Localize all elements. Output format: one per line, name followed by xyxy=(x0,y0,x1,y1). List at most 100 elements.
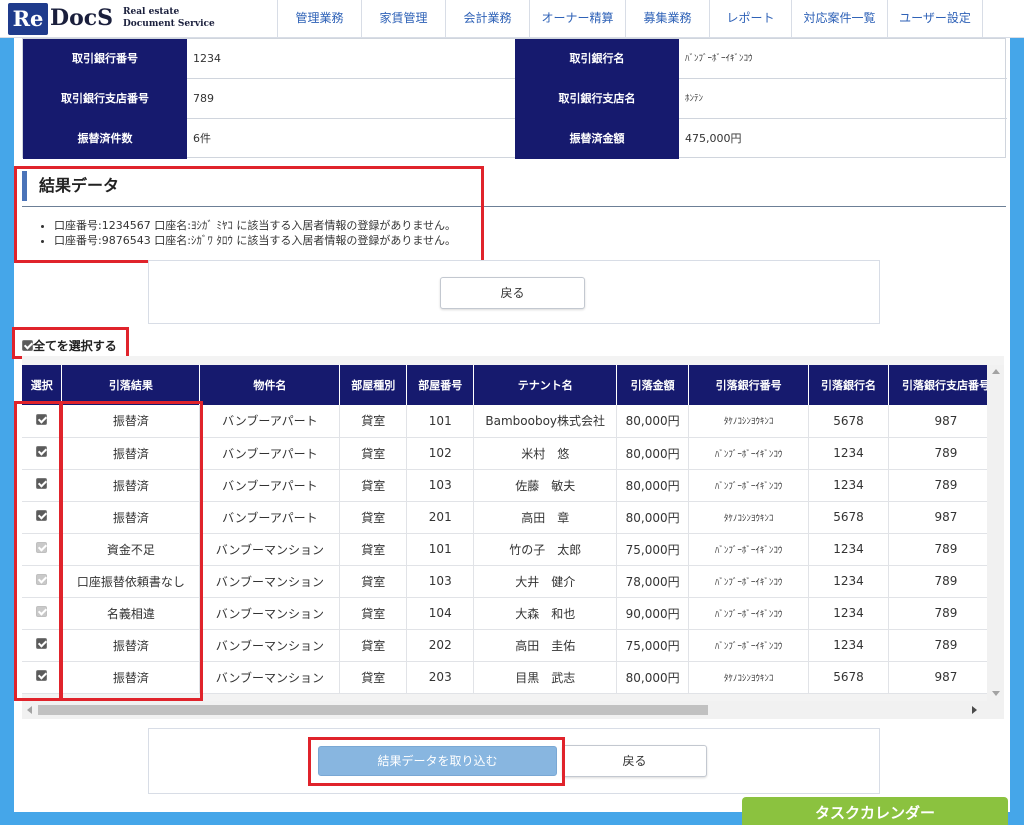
scroll-right-icon[interactable] xyxy=(972,706,977,714)
logo-tagline-1: Real estate xyxy=(123,7,180,17)
info-label: 取引銀行支店番号 xyxy=(23,79,187,119)
highlight-select-column xyxy=(14,401,62,701)
redocs-logo[interactable]: Re DocS Real estate Document Service xyxy=(8,3,218,35)
vertical-scrollbar[interactable] xyxy=(987,365,1004,701)
nav-kaikei[interactable]: 会計業務 xyxy=(445,0,529,38)
horizontal-scroll-thumb[interactable] xyxy=(38,705,708,715)
cell-room-type: 貸室 xyxy=(339,533,408,566)
info-label: 取引銀行支店名 xyxy=(515,79,679,119)
info-value: ﾎﾝﾃﾝ xyxy=(685,94,704,104)
cell-property: バンブーマンション xyxy=(199,661,341,694)
cell-room-number: 101 xyxy=(406,533,475,566)
cell-property: バンブーアパート xyxy=(199,501,341,534)
cell-amount: 78,000円 xyxy=(616,565,690,598)
cell-bank-name: 5678 xyxy=(808,661,889,694)
logo-mark: Re xyxy=(8,3,48,35)
cell-room-type: 貸室 xyxy=(339,405,408,438)
back-button[interactable]: 戻る xyxy=(440,277,585,309)
scroll-up-icon[interactable] xyxy=(992,369,1000,374)
cell-property: バンブーアパート xyxy=(199,405,341,438)
cell-bank-name: 1234 xyxy=(808,565,889,598)
nav-kanri[interactable]: 管理業務 xyxy=(277,0,361,38)
info-label: 取引銀行名 xyxy=(515,39,679,79)
nav-taiou-anken[interactable]: 対応案件一覧 xyxy=(791,0,887,38)
back-button-panel: 戻る xyxy=(148,260,880,324)
cell-bank-number: ﾀｹﾉｺｼﾝﾖｳｷﾝｺ xyxy=(688,661,810,694)
cell-bank-number: ﾀｹﾉｺｼﾝﾖｳｷﾝｺ xyxy=(688,501,810,534)
cell-room-type: 貸室 xyxy=(339,501,408,534)
info-label: 取引銀行番号 xyxy=(23,39,187,79)
col-amount: 引落金額 xyxy=(616,365,690,405)
col-bank-number: 引落銀行番号 xyxy=(688,365,810,405)
cell-room-number: 104 xyxy=(406,597,475,630)
cell-bank-number: ﾊﾞﾝﾌﾞｰﾎﾞｰｲｷﾞﾝｺｳ xyxy=(688,469,810,502)
cell-tenant: 高田 圭佑 xyxy=(473,629,618,662)
back-button-bottom[interactable]: 戻る xyxy=(562,745,707,777)
cell-amount: 80,000円 xyxy=(616,501,690,534)
cell-bank-number: ﾊﾞﾝﾌﾞｰﾎﾞｰｲｷﾞﾝｺｳ xyxy=(688,565,810,598)
cell-property: バンブーマンション xyxy=(199,565,341,598)
info-label: 振替済金額 xyxy=(515,119,679,159)
info-row: 取引銀行支店番号 789 取引銀行支店名 ﾎﾝﾃﾝ xyxy=(23,79,1007,119)
nav-user-settings[interactable]: ユーザー設定 xyxy=(887,0,983,38)
highlight-result-data xyxy=(14,166,484,263)
cell-amount: 80,000円 xyxy=(616,437,690,470)
cell-tenant: 竹の子 太郎 xyxy=(473,533,618,566)
cell-room-type: 貸室 xyxy=(339,437,408,470)
col-bank-name: 引落銀行名 xyxy=(808,365,889,405)
cell-amount: 80,000円 xyxy=(616,469,690,502)
highlight-import-button xyxy=(308,737,565,786)
cell-bank-name: 1234 xyxy=(808,437,889,470)
info-value: 475,000円 xyxy=(685,132,742,145)
frame-left xyxy=(0,38,14,825)
cell-amount: 75,000円 xyxy=(616,629,690,662)
info-row: 振替済件数 6件 振替済金額 475,000円 xyxy=(23,119,1007,159)
cell-bank-number: ﾊﾞﾝﾌﾞｰﾎﾞｰｲｷﾞﾝｺｳ xyxy=(688,533,810,566)
cell-tenant: 目黒 武志 xyxy=(473,661,618,694)
cell-room-type: 貸室 xyxy=(339,597,408,630)
cell-tenant: 佐藤 敏夫 xyxy=(473,469,618,502)
nav-yachin[interactable]: 家賃管理 xyxy=(361,0,445,38)
task-calendar-tab[interactable]: タスクカレンダー xyxy=(742,797,1008,825)
cell-bank-name: 5678 xyxy=(808,501,889,534)
nav-owner-seisan[interactable]: オーナー精算 xyxy=(529,0,625,38)
cell-tenant: 米村 悠 xyxy=(473,437,618,470)
cell-bank-name: 1234 xyxy=(808,629,889,662)
cell-amount: 80,000円 xyxy=(616,661,690,694)
cell-room-number: 203 xyxy=(406,661,475,694)
info-label: 振替済件数 xyxy=(23,119,187,159)
cell-tenant: Bambooboy株式会社 xyxy=(473,405,618,438)
cell-bank-number: ﾊﾞﾝﾌﾞｰﾎﾞｰｲｷﾞﾝｺｳ xyxy=(688,437,810,470)
cell-property: バンブーアパート xyxy=(199,469,341,502)
cell-amount: 75,000円 xyxy=(616,533,690,566)
cell-room-type: 貸室 xyxy=(339,629,408,662)
cell-property: バンブーマンション xyxy=(199,533,341,566)
info-value: 6件 xyxy=(193,132,211,145)
cell-bank-number: ﾊﾞﾝﾌﾞｰﾎﾞｰｲｷﾞﾝｺｳ xyxy=(688,597,810,630)
cell-room-type: 貸室 xyxy=(339,661,408,694)
logo-name: DocS xyxy=(50,5,114,31)
scroll-left-icon[interactable] xyxy=(27,706,32,714)
nav-boshu[interactable]: 募集業務 xyxy=(625,0,709,38)
bank-info-table: 取引銀行番号 1234 取引銀行名 ﾊﾞﾝﾌﾞｰﾎﾞｰｲｷﾞﾝｺｳ 取引銀行支店… xyxy=(22,38,1007,159)
horizontal-scrollbar[interactable] xyxy=(22,701,1004,719)
info-row: 取引銀行番号 1234 取引銀行名 ﾊﾞﾝﾌﾞｰﾎﾞｰｲｷﾞﾝｺｳ xyxy=(23,39,1007,79)
nav-report[interactable]: レポート xyxy=(709,0,791,38)
col-result: 引落結果 xyxy=(61,365,201,405)
cell-bank-number: ﾀｹﾉｺｼﾝﾖｳｷﾝｺ xyxy=(688,405,810,438)
highlight-select-all xyxy=(12,327,129,359)
cell-bank-name: 5678 xyxy=(808,405,889,438)
scroll-down-icon[interactable] xyxy=(992,691,1000,696)
cell-bank-name: 1234 xyxy=(808,597,889,630)
cell-amount: 80,000円 xyxy=(616,405,690,438)
table-header-row: 選択 引落結果 物件名 部屋種別 部屋番号 テナント名 引落金額 引落銀行番号 … xyxy=(22,365,1004,405)
cell-room-number: 103 xyxy=(406,565,475,598)
info-value: 1234 xyxy=(193,52,221,65)
cell-property: バンブーマンション xyxy=(199,629,341,662)
col-select: 選択 xyxy=(22,365,63,405)
cell-room-number: 102 xyxy=(406,437,475,470)
info-value: 789 xyxy=(193,92,214,105)
cell-bank-name: 1234 xyxy=(808,469,889,502)
cell-room-type: 貸室 xyxy=(339,565,408,598)
app-header: Re DocS Real estate Document Service 管理業… xyxy=(0,0,1024,38)
